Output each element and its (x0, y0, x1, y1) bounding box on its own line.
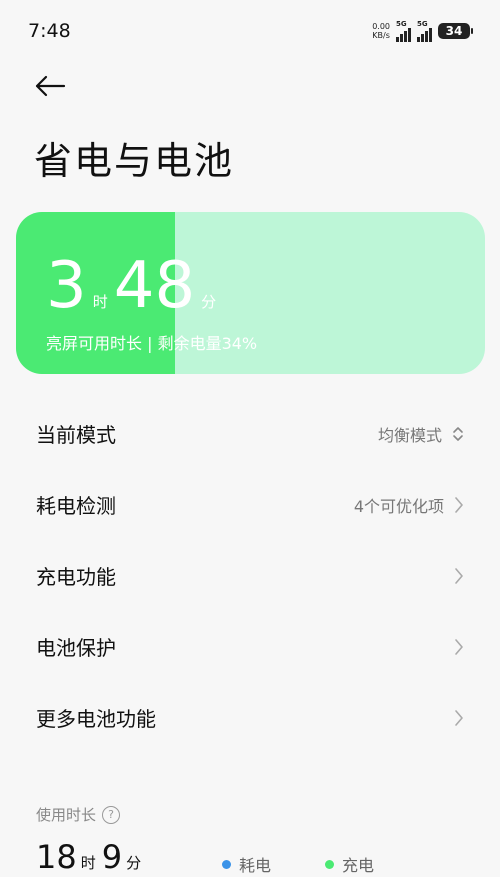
battery-card-subtitle: 亮屏可用时长 | 剩余电量34% (46, 334, 258, 353)
sim1-network-type: 5G (396, 20, 407, 28)
setting-label: 当前模式 (36, 423, 116, 447)
network-speed-unit: KB/s (372, 31, 390, 40)
status-time: 7:48 (28, 20, 71, 42)
setting-row-battery-protection[interactable]: 电池保护 (0, 611, 500, 682)
setting-row-more-battery-features[interactable]: 更多电池功能 (0, 682, 500, 753)
setting-value: 4个可优化项 (353, 496, 444, 516)
battery-level: 34 (445, 24, 463, 38)
remaining-hours: 3 (46, 249, 87, 323)
usage-label: 使用时长 (36, 806, 97, 824)
network-speed-value: 0.00 (372, 22, 390, 31)
legend-dot (222, 859, 231, 869)
legend-label: 充电 (342, 856, 375, 875)
usage-hours-unit: 时 (80, 854, 96, 872)
setting-row-power-detection[interactable]: 耗电检测 4个可优化项 (0, 469, 500, 540)
legend-charging: 充电 (325, 852, 374, 876)
sim2-network-type: 5G (417, 20, 428, 28)
usage-hours: 18 (36, 838, 77, 876)
setting-label: 充电功能 (36, 565, 116, 589)
usage-time: 18 时 9 分 (36, 838, 147, 876)
usage-minutes-unit: 分 (126, 854, 142, 872)
page-title: 省电与电池 (34, 139, 235, 183)
battery-card[interactable]: 3 时 48 分 亮屏可用时长 | 剩余电量34% (16, 212, 485, 374)
chevron-right-icon (455, 638, 463, 655)
help-icon[interactable]: ? (102, 805, 121, 824)
status-bar: 7:48 0.00 KB/s 5G 5G 34 (0, 0, 500, 62)
remaining-minutes-unit: 分 (201, 293, 217, 311)
back-button[interactable] (34, 72, 70, 100)
setting-row-current-mode[interactable]: 当前模式 均衡模式 (0, 398, 500, 469)
setting-row-charging-features[interactable]: 充电功能 (0, 540, 500, 611)
remaining-hours-unit: 时 (92, 293, 108, 311)
chevron-right-icon (455, 496, 463, 513)
back-arrow-icon (35, 75, 66, 97)
chevron-right-icon (455, 567, 463, 584)
updown-chevron-icon (453, 426, 463, 441)
signal-icon-sim1: 5G (396, 20, 411, 42)
setting-label: 耗电检测 (36, 494, 116, 518)
chevron-right-icon (455, 709, 463, 726)
setting-label: 电池保护 (36, 636, 116, 660)
remaining-minutes: 48 (113, 249, 196, 323)
network-speed: 0.00 KB/s (372, 22, 390, 40)
usage-label-row: 使用时长 ? (36, 804, 121, 825)
settings-list: 当前模式 均衡模式 耗电检测 4个可优化项 充电功能 电池保护 更多电池功能 (0, 398, 500, 753)
usage-minutes: 9 (101, 838, 123, 876)
status-icons: 0.00 KB/s 5G 5G 34 (372, 20, 473, 42)
setting-label: 更多电池功能 (36, 707, 156, 731)
legend-label: 耗电 (239, 856, 272, 875)
battery-icon: 34 (438, 23, 473, 39)
legend-dot (325, 859, 334, 869)
legend-power-consumption: 耗电 (222, 852, 271, 876)
setting-value: 均衡模式 (377, 425, 442, 445)
signal-icon-sim2: 5G (417, 20, 432, 42)
screen-time-remaining: 3 时 48 分 (46, 254, 222, 318)
